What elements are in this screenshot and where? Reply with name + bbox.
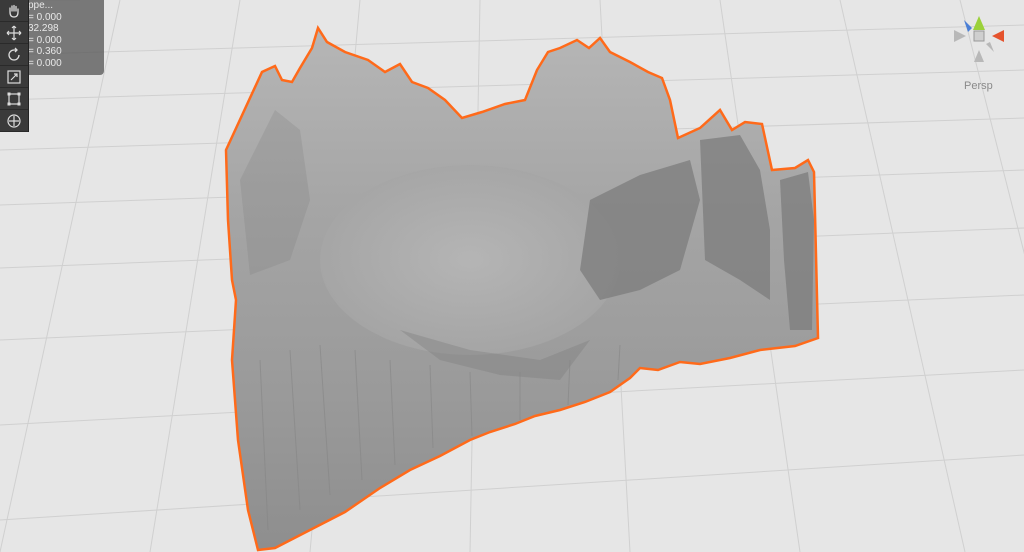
scale-tool-button[interactable] [0, 66, 28, 88]
gizmo-axes [954, 16, 1004, 62]
terrain-basin [320, 165, 620, 355]
move-icon [6, 25, 22, 40]
rotate-tool-button[interactable] [0, 44, 28, 66]
rect-tool-button[interactable] [0, 88, 28, 110]
gizmo-center-cube[interactable] [973, 30, 985, 42]
transform-icon [7, 113, 21, 128]
transform-tool-button[interactable] [0, 110, 28, 132]
neg-z-axis-cone[interactable] [986, 42, 994, 52]
overlay-row: = 0.000 [28, 34, 62, 46]
terrain-mesh[interactable] [224, 25, 820, 552]
hand-tool-button[interactable] [0, 0, 28, 22]
orientation-gizmo[interactable] [944, 6, 1014, 68]
hand-icon [9, 4, 19, 18]
scene-viewport[interactable] [0, 0, 1024, 552]
move-tool-button[interactable] [0, 22, 28, 44]
neg-y-axis-cone[interactable] [974, 50, 984, 62]
overlay-row: = 0.360 [28, 46, 62, 57]
overlay-title: ppe... [28, 0, 54, 11]
overlay-row: = 0.000 [28, 11, 62, 23]
rotate-icon [8, 47, 20, 61]
y-axis-cone[interactable] [973, 16, 985, 30]
overlay-row: 32.298 [28, 23, 59, 34]
tools-toolbar [0, 0, 29, 132]
transform-info-overlay: ppe... = 0.000 32.298 = 0.000 = 0.360 = … [22, 0, 104, 75]
rect-icon [7, 92, 21, 105]
z-axis-cone[interactable] [964, 20, 972, 32]
scale-icon [7, 69, 21, 84]
projection-label[interactable]: Persp [964, 80, 993, 92]
x-axis-cone[interactable] [992, 30, 1004, 42]
neg-x-axis-cone[interactable] [954, 30, 966, 42]
overlay-row: = 0.000 [28, 57, 62, 69]
